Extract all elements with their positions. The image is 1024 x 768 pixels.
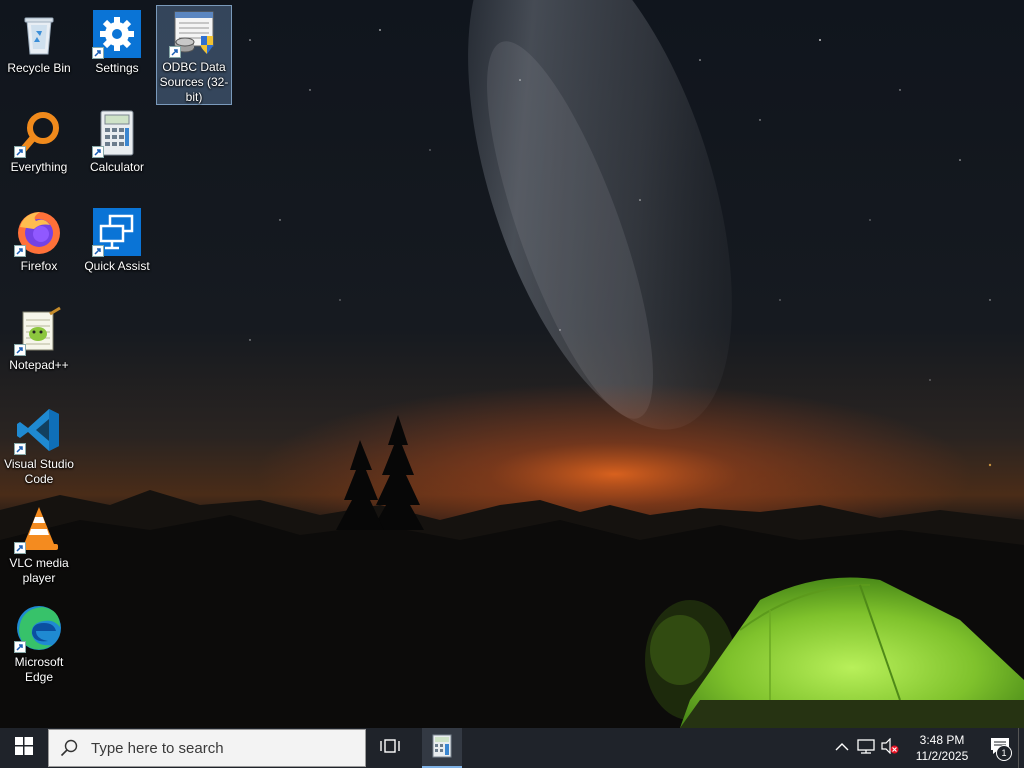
task-view-icon	[380, 738, 400, 759]
desktop-icon-label: Everything	[10, 160, 68, 174]
windows-logo-icon	[15, 736, 33, 760]
desktop-icon-label: Microsoft Edge	[14, 655, 64, 684]
notification-count-badge: 1	[996, 745, 1012, 761]
taskbar-app-calculator[interactable]	[422, 728, 462, 768]
shortcut-arrow-icon	[92, 245, 104, 257]
taskbar: 3:48 PM 11/2/2025 1	[0, 728, 1024, 768]
desktop-icon-everything[interactable]: Everything	[1, 105, 77, 176]
settings-gear-icon	[92, 9, 142, 59]
notepad-plus-plus-icon	[14, 306, 64, 356]
shortcut-arrow-icon	[14, 245, 26, 257]
shortcut-arrow-icon	[14, 443, 26, 455]
shortcut-arrow-icon	[14, 542, 26, 554]
desktop-icon-label: Quick Assist	[84, 259, 150, 273]
desktop-icon-odbc-data-sources[interactable]: ODBC Data Sources (32-bit)	[156, 5, 232, 105]
desktop-icon-recycle-bin[interactable]: Recycle Bin	[1, 6, 77, 77]
quick-assist-icon	[92, 207, 142, 257]
desktop-icon-label: Recycle Bin	[7, 61, 71, 75]
desktop-icon-visual-studio-code[interactable]: Visual Studio Code	[1, 402, 77, 488]
shortcut-arrow-icon	[92, 146, 104, 158]
clock-time: 3:48 PM	[919, 733, 965, 747]
volume-button[interactable]	[878, 728, 902, 768]
desktop-icon-label: VLC media player	[9, 556, 69, 585]
everything-search-icon	[14, 108, 64, 158]
shortcut-arrow-icon	[14, 344, 26, 356]
vlc-icon	[14, 504, 64, 554]
desktop-icon-quick-assist[interactable]: Quick Assist	[79, 204, 155, 275]
action-center-button[interactable]: 1	[982, 728, 1018, 768]
network-icon	[857, 738, 875, 759]
clock-date: 11/2/2025	[915, 749, 969, 763]
desktop-icon-vlc-media-player[interactable]: VLC media player	[1, 501, 77, 587]
vscode-icon	[14, 405, 64, 455]
recycle-bin-icon	[14, 9, 64, 59]
shortcut-arrow-icon	[14, 641, 26, 653]
calculator-icon	[432, 734, 452, 763]
desktop-icon-microsoft-edge[interactable]: Microsoft Edge	[1, 600, 77, 686]
shortcut-arrow-icon	[14, 146, 26, 158]
desktop-icon-label: ODBC Data Sources (32-bit)	[159, 60, 229, 104]
network-button[interactable]	[854, 728, 878, 768]
search-icon	[49, 739, 89, 757]
volume-muted-icon	[881, 737, 899, 759]
calculator-icon	[92, 108, 142, 158]
firefox-icon	[14, 207, 64, 257]
search-input[interactable]	[89, 738, 353, 758]
show-hidden-icons-button[interactable]	[830, 728, 854, 768]
shortcut-arrow-icon	[169, 46, 181, 58]
desktop-icon-label: Settings	[95, 61, 139, 75]
desktop-icon-settings[interactable]: Settings	[79, 6, 155, 77]
show-desktop-button[interactable]	[1018, 728, 1024, 768]
edge-icon	[14, 603, 64, 653]
start-button[interactable]	[0, 728, 48, 768]
taskbar-search-box[interactable]	[48, 729, 366, 767]
desktop-icon-calculator[interactable]: Calculator	[79, 105, 155, 176]
desktop-icon-label: Notepad++	[9, 358, 69, 372]
task-view-button[interactable]	[366, 728, 414, 768]
shortcut-arrow-icon	[92, 47, 104, 59]
desktop-icon-area: Recycle Bin Settings ODBC Data Sources (…	[0, 0, 240, 728]
desktop-icon-notepad-plus-plus[interactable]: Notepad++	[1, 303, 77, 374]
desktop-icon-label: Visual Studio Code	[4, 457, 74, 486]
desktop-icon-firefox[interactable]: Firefox	[1, 204, 77, 275]
desktop-icon-label: Firefox	[20, 259, 58, 273]
system-tray: 3:48 PM 11/2/2025 1	[830, 728, 1024, 768]
taskbar-clock[interactable]: 3:48 PM 11/2/2025	[906, 732, 978, 764]
chevron-up-icon	[835, 739, 849, 757]
desktop-icon-label: Calculator	[89, 160, 145, 174]
odbc-icon	[169, 8, 219, 58]
